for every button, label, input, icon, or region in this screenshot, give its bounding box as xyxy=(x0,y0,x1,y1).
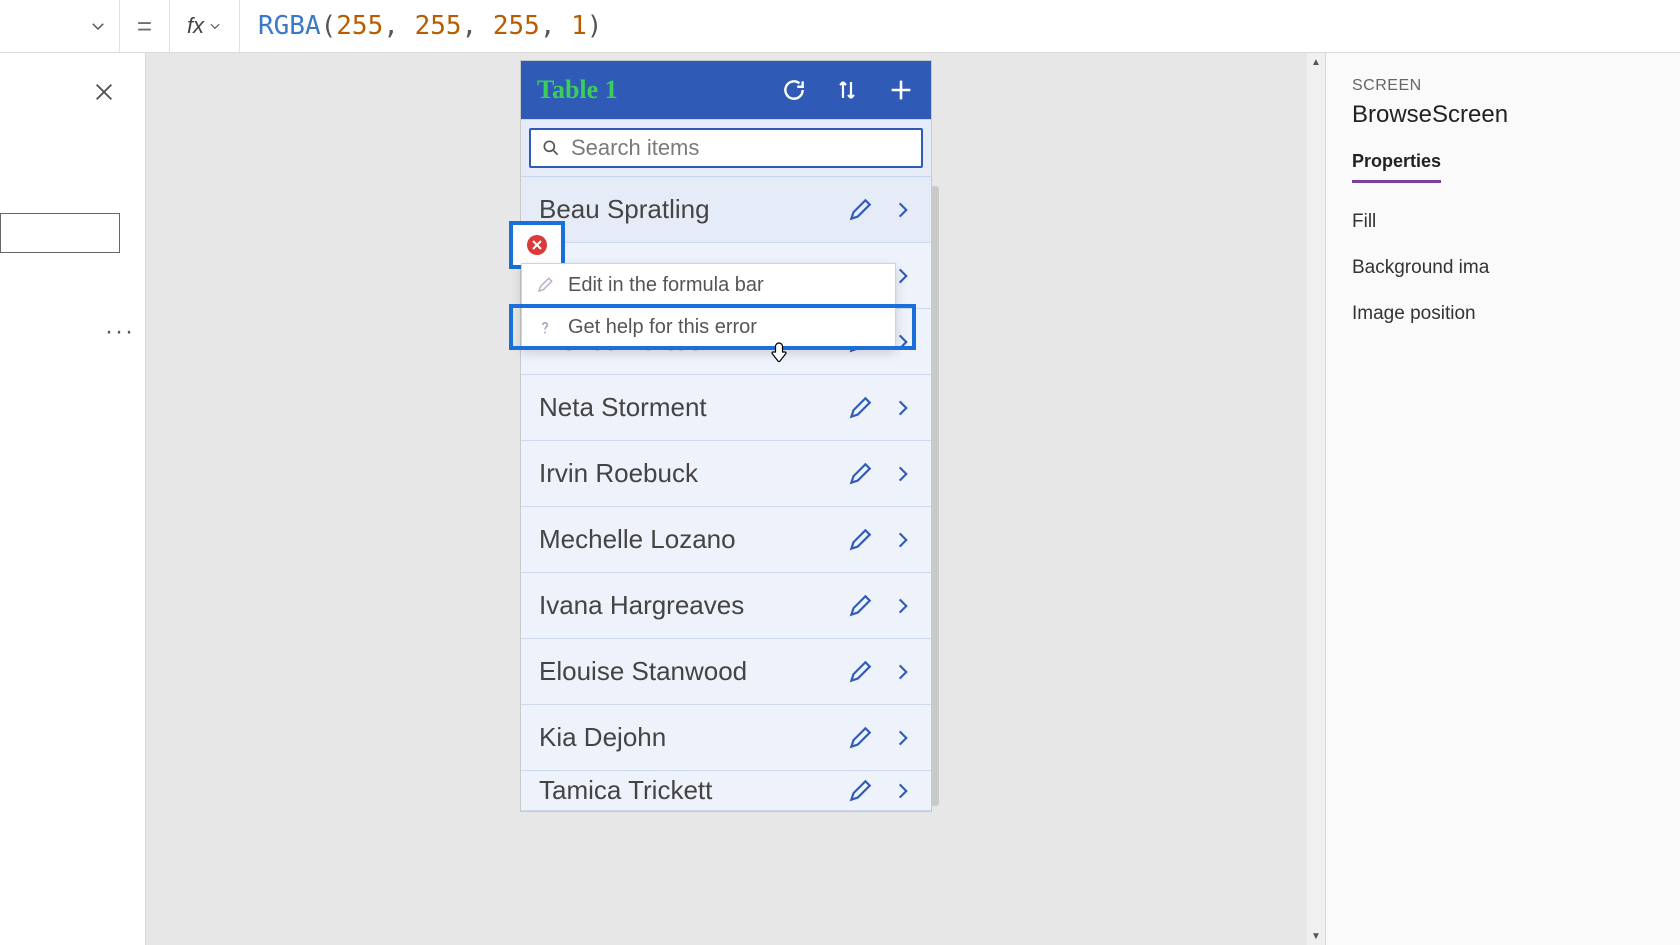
ctx-edit-formula[interactable]: Edit in the formula bar xyxy=(522,264,895,306)
open-item-button[interactable] xyxy=(893,781,913,801)
list-item[interactable]: Neta Storment xyxy=(521,375,931,441)
list-item[interactable]: Ivana Hargreaves xyxy=(521,573,931,639)
search-input[interactable] xyxy=(571,135,911,161)
panel-category: SCREEN xyxy=(1352,77,1680,95)
list-item[interactable]: Tamica Trickett xyxy=(521,771,931,811)
error-x-icon xyxy=(532,240,542,250)
edit-item-button[interactable] xyxy=(847,593,873,619)
pencil-icon xyxy=(847,725,873,751)
edit-item-button[interactable] xyxy=(847,778,873,804)
add-button[interactable] xyxy=(887,76,915,104)
open-item-button[interactable] xyxy=(893,464,913,484)
close-icon xyxy=(93,81,115,103)
chevron-right-icon xyxy=(893,332,913,352)
formula-fn: RGBA xyxy=(258,11,321,41)
list-scrollbar-thumb[interactable] xyxy=(931,186,939,806)
chevron-down-icon xyxy=(89,17,107,35)
pencil-icon xyxy=(847,659,873,685)
pencil-icon xyxy=(847,197,873,223)
sort-button[interactable] xyxy=(835,76,859,104)
open-item-button[interactable] xyxy=(893,530,913,550)
list-item[interactable]: Elouise Stanwood xyxy=(521,639,931,705)
formula-input[interactable]: RGBA(255, 255, 255, 1) xyxy=(240,11,1680,41)
more-options-button[interactable]: ··· xyxy=(105,318,135,346)
list-item[interactable]: Kia Dejohn xyxy=(521,705,931,771)
open-item-button[interactable] xyxy=(893,200,913,220)
left-panel: ··· xyxy=(0,53,145,945)
pencil-icon xyxy=(847,778,873,804)
app-title: Table 1 xyxy=(537,75,781,105)
chevron-right-icon xyxy=(893,200,913,220)
pencil-icon xyxy=(847,461,873,487)
chevron-right-icon xyxy=(893,398,913,418)
ctx-edit-formula-label: Edit in the formula bar xyxy=(568,274,764,297)
canvas-area: Table 1 Beau Spratling Alonso Partee Net… xyxy=(145,53,1325,945)
properties-panel: SCREEN BrowseScreen Properties Fill Back… xyxy=(1325,53,1680,945)
property-dropdown[interactable] xyxy=(0,0,120,52)
open-item-button[interactable] xyxy=(893,662,913,682)
fx-button[interactable]: fx xyxy=(170,0,240,52)
fx-label: fx xyxy=(187,13,204,39)
formula-bar: = fx RGBA(255, 255, 255, 1) xyxy=(0,0,1680,53)
search-box[interactable] xyxy=(529,128,923,168)
chevron-right-icon xyxy=(893,596,913,616)
error-context-menu: Edit in the formula bar Get help for thi… xyxy=(521,263,896,349)
cursor-icon xyxy=(769,341,789,368)
error-indicator-highlight[interactable] xyxy=(509,221,565,269)
tab-properties[interactable]: Properties xyxy=(1352,151,1441,183)
chevron-down-icon xyxy=(208,19,222,33)
error-badge[interactable] xyxy=(527,235,547,255)
open-item-button[interactable] xyxy=(893,728,913,748)
app-header: Table 1 xyxy=(521,61,931,119)
chevron-right-icon xyxy=(893,266,913,286)
chevron-right-icon xyxy=(893,530,913,550)
edit-item-button[interactable] xyxy=(847,461,873,487)
pencil-icon xyxy=(536,276,554,294)
refresh-icon xyxy=(781,77,807,103)
edit-item-button[interactable] xyxy=(847,395,873,421)
scroll-up-icon[interactable]: ▲ xyxy=(1307,53,1325,71)
left-search-input[interactable] xyxy=(0,213,120,253)
field-fill[interactable]: Fill xyxy=(1352,211,1680,233)
chevron-right-icon xyxy=(893,662,913,682)
open-item-button[interactable] xyxy=(893,596,913,616)
list-item[interactable]: Irvin Roebuck xyxy=(521,441,931,507)
edit-item-button[interactable] xyxy=(847,659,873,685)
sort-icon xyxy=(835,77,859,103)
search-icon xyxy=(541,138,561,158)
app-preview: Table 1 Beau Spratling Alonso Partee Net… xyxy=(521,61,931,811)
pencil-icon xyxy=(847,395,873,421)
plus-icon xyxy=(887,76,915,104)
pencil-icon xyxy=(847,593,873,619)
search-row xyxy=(521,119,931,177)
chevron-right-icon xyxy=(893,781,913,801)
equals-sign: = xyxy=(120,0,170,52)
pencil-icon xyxy=(847,527,873,553)
canvas-scrollbar[interactable]: ▲ ▼ xyxy=(1307,53,1325,945)
chevron-right-icon xyxy=(893,728,913,748)
open-item-button[interactable] xyxy=(893,398,913,418)
close-panel-button[interactable] xyxy=(93,81,115,108)
refresh-button[interactable] xyxy=(781,76,807,104)
ctx-get-help-label: Get help for this error xyxy=(568,316,757,339)
edit-item-button[interactable] xyxy=(847,197,873,223)
edit-item-button[interactable] xyxy=(847,725,873,751)
scroll-down-icon[interactable]: ▼ xyxy=(1307,927,1325,945)
edit-item-button[interactable] xyxy=(847,527,873,553)
ctx-get-help[interactable]: Get help for this error xyxy=(522,306,895,348)
list-item[interactable]: Mechelle Lozano xyxy=(521,507,931,573)
question-icon xyxy=(536,319,554,337)
list-item[interactable]: Beau Spratling xyxy=(521,177,931,243)
chevron-right-icon xyxy=(893,464,913,484)
open-item-button[interactable] xyxy=(893,332,913,352)
field-image-position[interactable]: Image position xyxy=(1352,303,1680,325)
open-item-button[interactable] xyxy=(893,266,913,286)
panel-object-name: BrowseScreen xyxy=(1352,101,1680,129)
field-background-image[interactable]: Background ima xyxy=(1352,257,1680,279)
